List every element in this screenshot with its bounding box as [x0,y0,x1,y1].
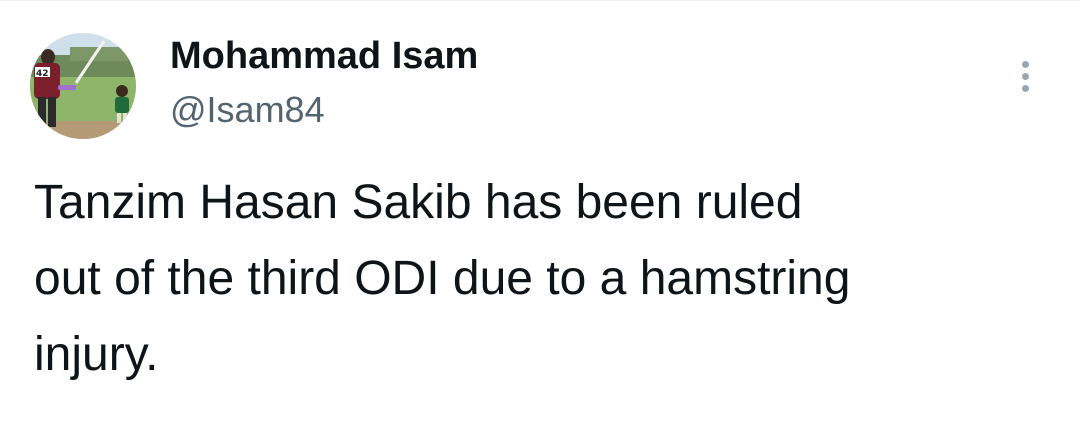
author-avatar[interactable]: 42 [30,33,136,139]
tweet-text-line: Tanzim Hasan Sakib has been ruled [34,176,803,229]
more-vertical-icon [1021,60,1029,68]
tweet-text-line: out of the third ODI due to a hamstring [34,252,851,305]
tweet-text: Tanzim Hasan Sakib has been ruled out of … [34,165,1034,393]
tweet-card[interactable]: 42 Mohammad Isam @Isam84 Tanzim Hasan Sa… [0,0,1080,432]
more-vertical-icon-dot [1021,84,1029,92]
more-options-button[interactable] [1008,54,1042,98]
more-vertical-icon-dot [1021,72,1029,80]
tweet-text-line: injury. [34,328,159,381]
author-display-name[interactable]: Mohammad Isam [170,34,478,78]
profile-photo-icon: 42 [30,33,136,139]
jersey-number: 42 [36,69,49,79]
author-handle[interactable]: @Isam84 [170,88,325,132]
